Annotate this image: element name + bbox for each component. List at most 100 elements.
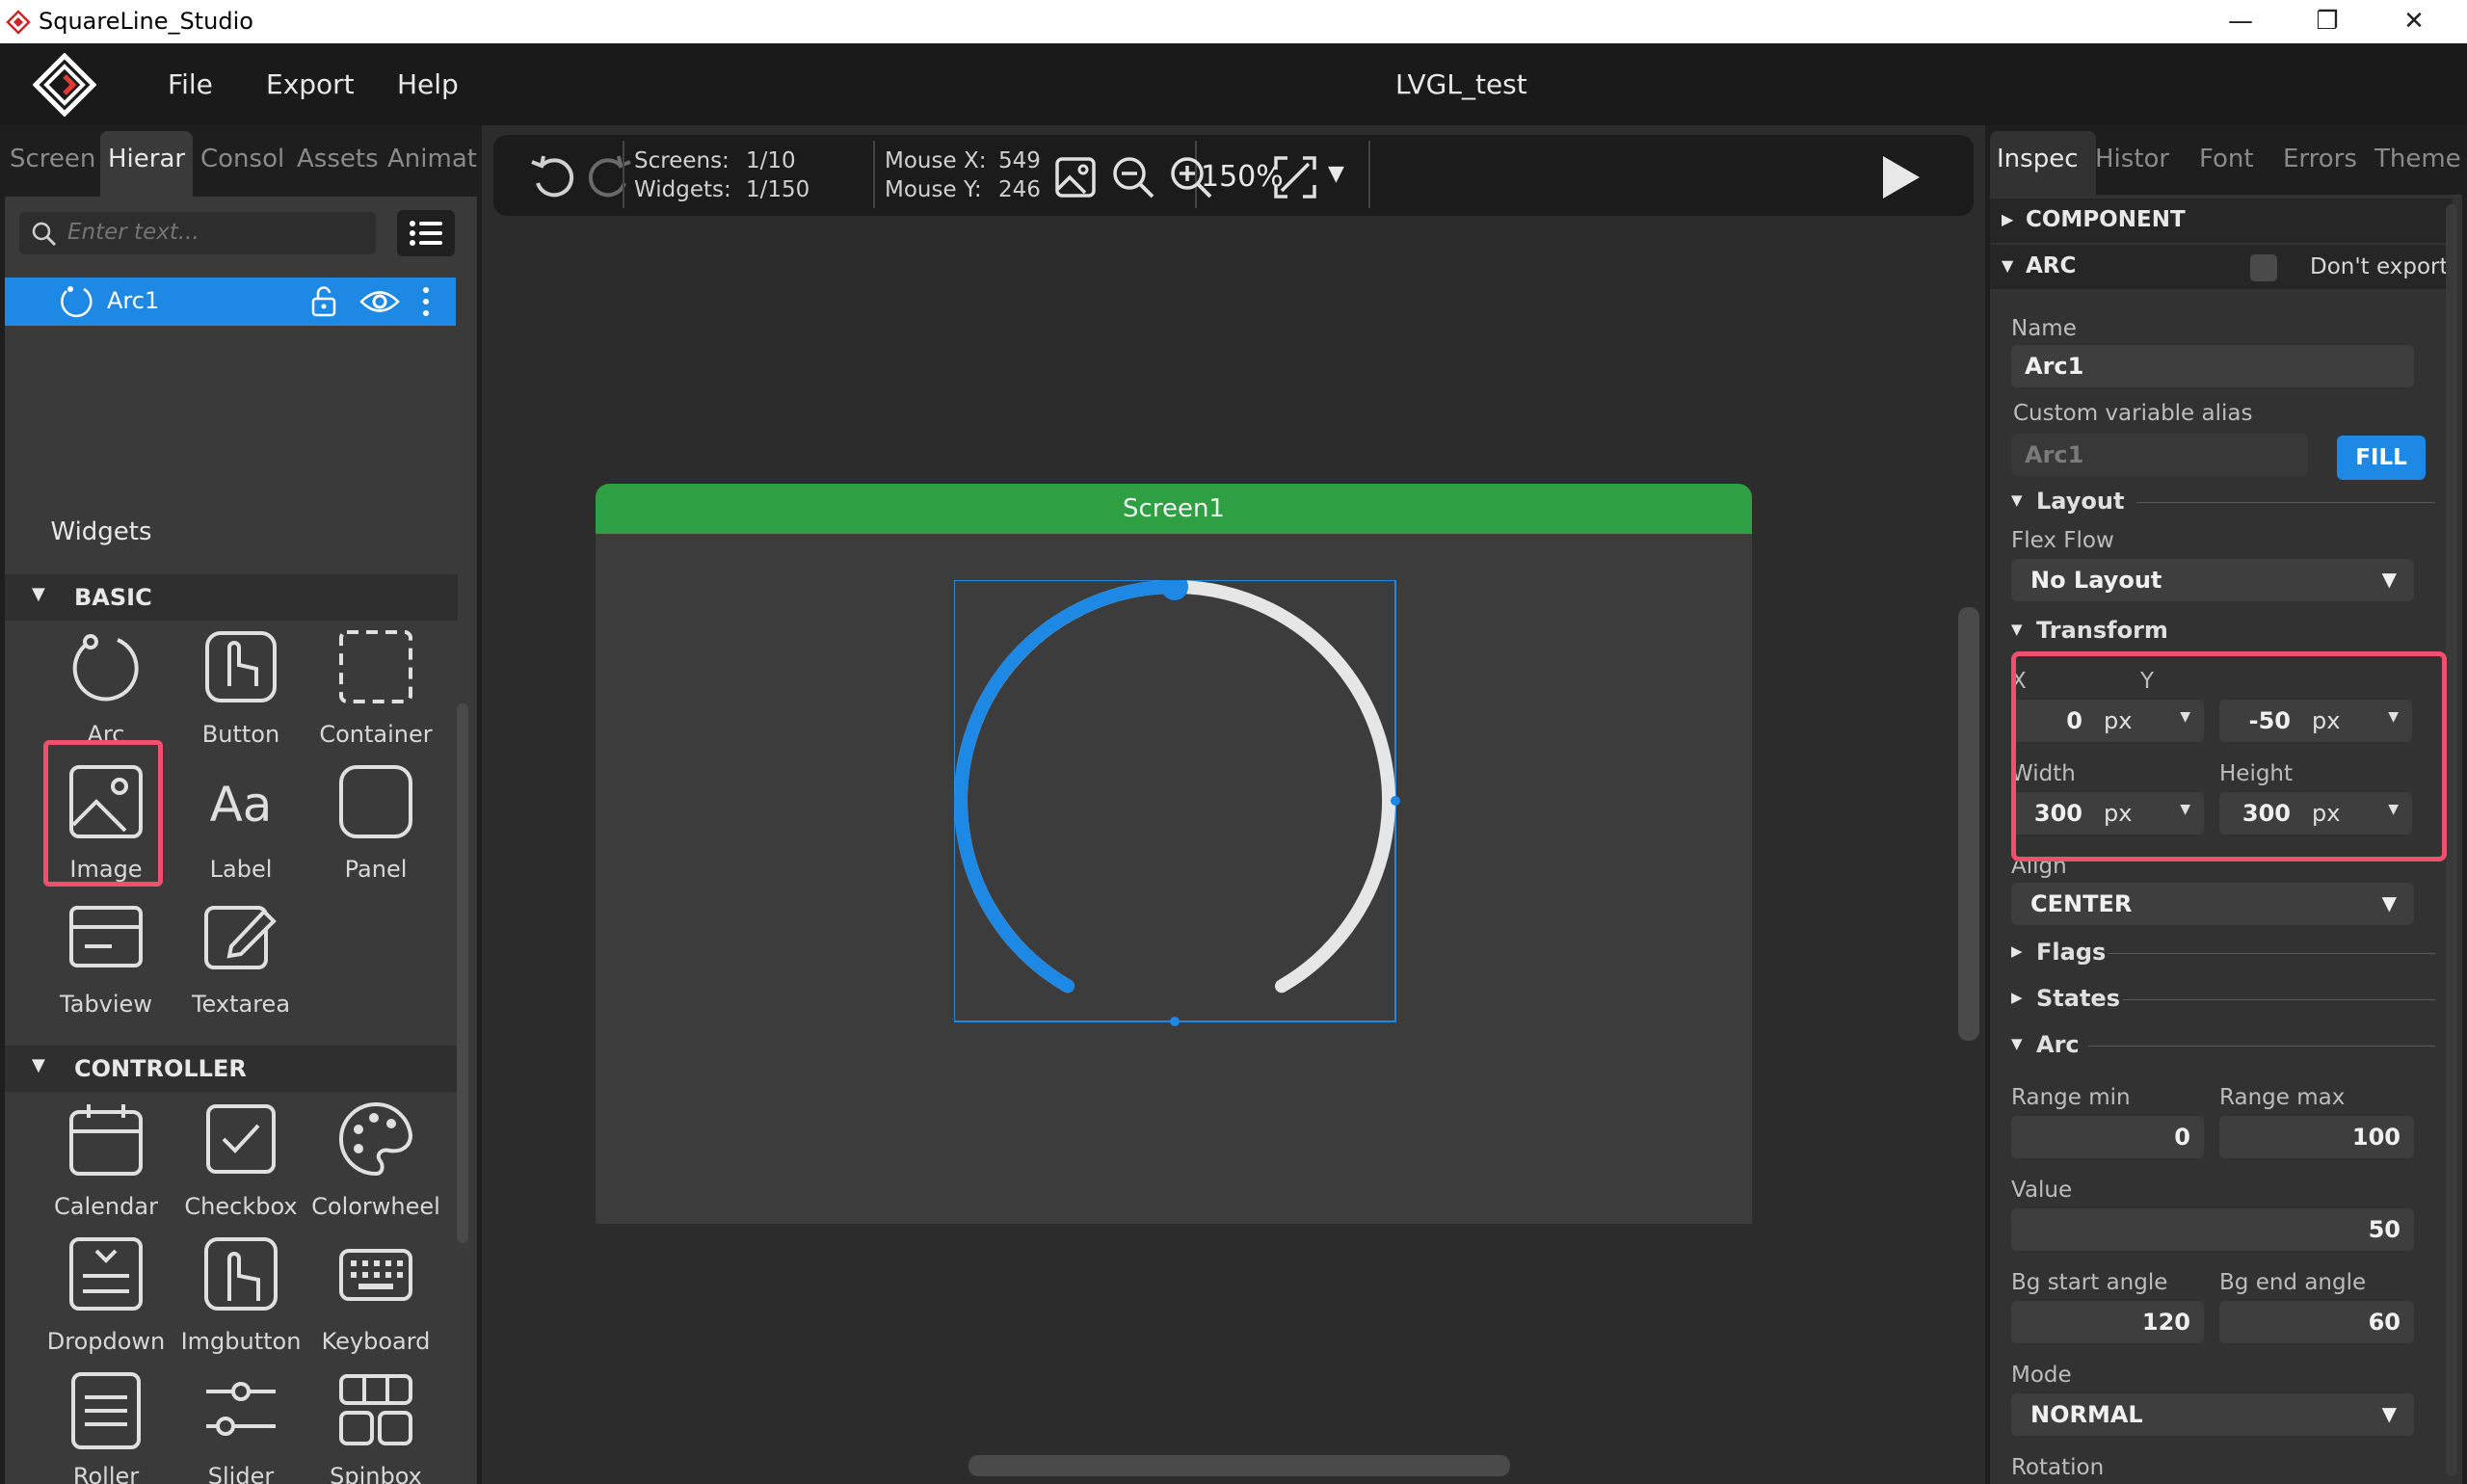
- subsection-layout[interactable]: ▼ Layout: [2011, 488, 2435, 517]
- widget-calendar[interactable]: Calendar: [39, 1093, 173, 1228]
- range-max-field[interactable]: 100: [2219, 1116, 2414, 1158]
- tab-console[interactable]: Consol: [200, 145, 284, 173]
- widget-spinbox[interactable]: Spinbox: [308, 1363, 443, 1484]
- widget-container[interactable]: Container: [308, 621, 443, 755]
- widget-arc[interactable]: Arc: [39, 621, 173, 755]
- bg-start-angle-field[interactable]: 120: [2011, 1301, 2204, 1343]
- widget-tabview[interactable]: Tabview: [39, 890, 173, 1025]
- section-component[interactable]: ▶ COMPONENT: [1990, 199, 2453, 243]
- widget-label[interactable]: Aa Label: [173, 755, 308, 890]
- tab-history[interactable]: Histor: [2095, 145, 2169, 173]
- menu-export[interactable]: Export: [266, 68, 355, 100]
- align-value: CENTER: [2030, 890, 2133, 917]
- alias-field[interactable]: Arc1: [2011, 434, 2308, 476]
- visibility-eye-icon[interactable]: [359, 287, 400, 316]
- left-panel: Screen Hierar Consol Assets Animat Arc1: [0, 125, 482, 1484]
- unlock-icon[interactable]: [309, 285, 338, 318]
- canvas-horizontal-scrollbar[interactable]: [968, 1455, 1510, 1476]
- menu-file[interactable]: File: [168, 68, 213, 100]
- arc-widget-icon: [61, 286, 93, 318]
- section-controller[interactable]: ▼ CONTROLLER: [5, 1046, 458, 1092]
- subsection-arc[interactable]: ▼ Arc: [2011, 1031, 2435, 1060]
- mouse-x-label: Mouse X:: [885, 148, 987, 173]
- tab-widgets[interactable]: Widgets: [5, 503, 198, 561]
- arc-knob[interactable]: [1161, 580, 1188, 600]
- tab-theme[interactable]: Theme: [2374, 145, 2461, 173]
- screen-title-bar[interactable]: Screen1: [596, 484, 1752, 534]
- calendar-icon: [69, 1104, 143, 1176]
- bg-end-angle-field[interactable]: 60: [2219, 1301, 2414, 1343]
- widget-button[interactable]: Button: [173, 621, 308, 755]
- section-arc[interactable]: ▼ ARC Don't export: [1990, 245, 2453, 289]
- redo-icon[interactable]: [584, 152, 634, 202]
- tabview-icon: [69, 906, 143, 967]
- widgets-label: Widgets:: [634, 177, 731, 202]
- range-min-field[interactable]: 0: [2011, 1116, 2204, 1158]
- list-view-button[interactable]: [397, 210, 455, 256]
- tab-font[interactable]: Font: [2199, 145, 2254, 173]
- minimize-button[interactable]: —: [2197, 0, 2284, 43]
- value-field[interactable]: 50: [2011, 1208, 2414, 1251]
- play-icon[interactable]: [1875, 152, 1923, 202]
- widget-imgbutton[interactable]: Imgbutton: [173, 1228, 308, 1363]
- mode-dropdown[interactable]: NORMAL ▼: [2011, 1393, 2414, 1436]
- squareline-logo-icon[interactable]: [33, 53, 96, 117]
- widget-checkbox[interactable]: Checkbox: [173, 1093, 308, 1228]
- name-field[interactable]: Arc1: [2011, 345, 2414, 387]
- widgets-scrollbar[interactable]: [457, 703, 468, 1243]
- flex-flow-dropdown[interactable]: No Layout ▼: [2011, 559, 2414, 601]
- collapse-triangle-icon: ▼: [2011, 491, 2023, 509]
- widget-panel[interactable]: Panel: [308, 755, 443, 890]
- undo-icon[interactable]: [528, 152, 578, 202]
- flex-flow-label: Flex Flow: [2011, 528, 2114, 553]
- tab-animation[interactable]: Animat: [387, 145, 477, 173]
- fill-alias-button[interactable]: FILL: [2337, 436, 2426, 480]
- hierarchy-item-arc1[interactable]: Arc1: [5, 278, 456, 326]
- bg-end-angle-value: 60: [2368, 1309, 2401, 1336]
- resize-handle-bottom[interactable]: [1170, 1017, 1180, 1026]
- subsection-states[interactable]: ▶ States: [2011, 985, 2435, 1014]
- widget-colorwheel[interactable]: Colorwheel: [308, 1093, 443, 1228]
- section-basic[interactable]: ▼ BASIC: [5, 574, 458, 621]
- close-button[interactable]: ✕: [2371, 0, 2457, 43]
- widget-keyboard[interactable]: Keyboard: [308, 1228, 443, 1363]
- align-dropdown[interactable]: CENTER ▼: [2011, 883, 2414, 925]
- fit-screen-icon[interactable]: [1272, 154, 1318, 200]
- tab-errors[interactable]: Errors: [2283, 145, 2357, 173]
- arc-widget-preview[interactable]: [954, 580, 1436, 1081]
- more-options-icon[interactable]: [421, 285, 431, 318]
- menu-help[interactable]: Help: [397, 68, 459, 100]
- screens-count: 1/10: [746, 148, 796, 173]
- subsection-transform[interactable]: ▼ Transform: [2011, 617, 2435, 646]
- zoom-dropdown-icon[interactable]: ▼: [1328, 162, 1344, 186]
- zoom-out-icon[interactable]: [1110, 154, 1156, 200]
- widget-dropdown[interactable]: Dropdown: [39, 1228, 173, 1363]
- arc-widget-highlight: [43, 740, 163, 887]
- zoom-level[interactable]: 150%: [1201, 160, 1284, 194]
- mouse-x-value: 549: [998, 148, 1041, 173]
- widget-roller[interactable]: Roller: [39, 1363, 173, 1484]
- dont-export-checkbox[interactable]: [2250, 254, 2277, 281]
- tab-hierarchy[interactable]: Hierar: [108, 145, 185, 173]
- rotation-label: Rotation: [2011, 1455, 2105, 1480]
- widget-textarea[interactable]: Textarea: [173, 890, 308, 1025]
- widget-slider[interactable]: Slider: [173, 1363, 308, 1484]
- tab-screen[interactable]: Screen: [10, 145, 95, 173]
- widget-label: Checkbox: [184, 1193, 298, 1220]
- hierarchy-search[interactable]: [19, 212, 376, 254]
- mouse-y-label: Mouse Y:: [885, 177, 982, 202]
- resize-handle-right[interactable]: [1391, 796, 1400, 806]
- dropdown-arrow-icon: ▼: [2381, 568, 2397, 591]
- restore-button[interactable]: ❐: [2284, 0, 2371, 43]
- background-image-icon[interactable]: [1054, 156, 1097, 199]
- inspector-scrollbar[interactable]: [2446, 204, 2457, 1476]
- tab-inspector[interactable]: Inspec: [1997, 145, 2079, 173]
- subsection-flags[interactable]: ▶ Flags: [2011, 939, 2435, 967]
- search-input[interactable]: [67, 218, 357, 247]
- collapse-triangle-icon: ▼: [32, 584, 45, 604]
- canvas-vertical-scrollbar[interactable]: [1958, 607, 1979, 1041]
- flags-title: Flags: [2036, 939, 2107, 966]
- tab-assets[interactable]: Assets: [297, 145, 379, 173]
- widget-label: Keyboard: [321, 1328, 431, 1355]
- canvas-area: Screens: 1/10 Widgets: 1/150 Mouse X: 54…: [482, 125, 1985, 1484]
